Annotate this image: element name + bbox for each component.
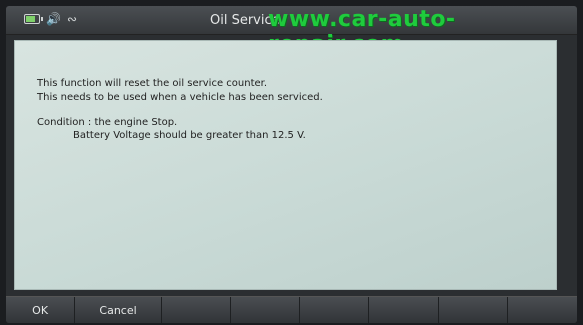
softkey-6[interactable] bbox=[369, 297, 439, 323]
voltage-line: Battery Voltage should be greater than 1… bbox=[73, 130, 306, 141]
condition-line: Condition : the engine Stop. bbox=[37, 117, 178, 128]
softkey-3[interactable] bbox=[161, 297, 232, 323]
footer-bar: OK Cancel bbox=[6, 296, 577, 323]
battery-icon bbox=[24, 14, 43, 24]
status-icons: 🔊 ∾ bbox=[24, 13, 77, 25]
message-line-2: This needs to be used when a vehicle has… bbox=[37, 92, 323, 103]
cancel-button[interactable]: Cancel bbox=[75, 297, 162, 323]
wifi-icon: ∾ bbox=[66, 12, 78, 26]
device-screen: 🔊 ∾ Oil Service www.car-auto-repair.com … bbox=[6, 6, 577, 323]
softkey-5[interactable] bbox=[300, 297, 370, 323]
status-bar: 🔊 ∾ Oil Service www.car-auto-repair.com bbox=[6, 6, 577, 57]
message-panel: This function will reset the oil service… bbox=[14, 40, 557, 290]
softkey-8[interactable] bbox=[507, 297, 577, 323]
softkey-4[interactable] bbox=[231, 297, 301, 323]
speaker-icon: 🔊 bbox=[46, 12, 61, 26]
ok-button[interactable]: OK bbox=[6, 297, 76, 323]
message-line-1: This function will reset the oil service… bbox=[37, 78, 268, 89]
battery-level bbox=[26, 16, 35, 22]
softkey-7[interactable] bbox=[438, 297, 508, 323]
